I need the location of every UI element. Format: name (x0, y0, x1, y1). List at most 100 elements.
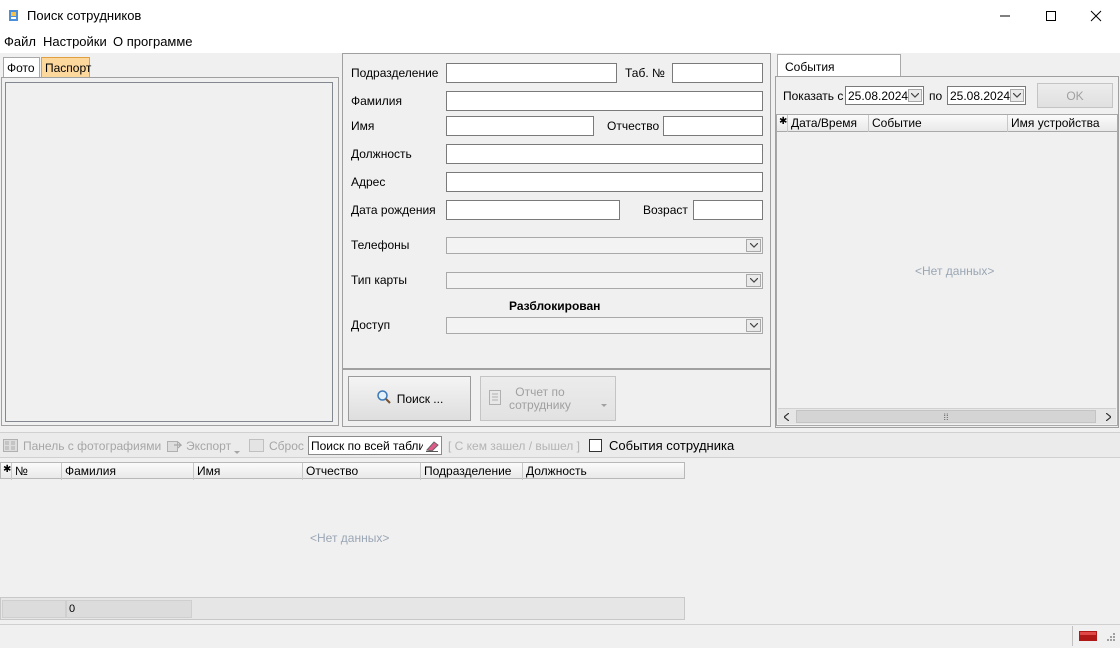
ok-button[interactable]: OK (1037, 83, 1113, 108)
events-hscrollbar[interactable]: ⁞⁞ (778, 408, 1116, 424)
position-input[interactable] (446, 144, 763, 164)
status-bar (0, 624, 1120, 648)
access-label: Доступ (351, 318, 391, 332)
chevron-down-icon (746, 319, 761, 332)
menu-about[interactable]: О программе (113, 34, 193, 49)
date-from-value: 25.08.2024 (848, 89, 909, 103)
document-icon (489, 389, 501, 408)
events-col-event[interactable]: Событие (869, 115, 1008, 132)
name-input[interactable] (446, 116, 594, 136)
tab-employee-events[interactable]: События сотрудника (777, 54, 901, 88)
birthdate-input[interactable] (446, 200, 620, 220)
search-button[interactable]: Поиск ... (348, 376, 471, 421)
results-no-data: <Нет данных> (310, 531, 390, 545)
surname-label: Фамилия (351, 94, 402, 108)
to-label: по (929, 89, 943, 103)
search-icon (376, 389, 392, 408)
age-label: Возраст (643, 203, 688, 217)
status-divider (1072, 626, 1073, 646)
address-label: Адрес (351, 175, 386, 189)
dropdown-arrow-icon (234, 444, 240, 458)
connection-status-icon (1079, 630, 1097, 644)
chevron-down-icon (746, 274, 761, 287)
birthdate-label: Дата рождения (351, 203, 436, 217)
photo-area (5, 82, 333, 422)
status-text: Разблокирован (509, 299, 601, 313)
chevron-down-icon[interactable] (1010, 89, 1024, 102)
tab-no-label: Таб. № (625, 66, 665, 80)
card-type-select[interactable] (446, 272, 763, 289)
export-button[interactable]: Экспорт (186, 439, 231, 453)
events-grid-header: ✱ Дата/Время Событие Имя устройства (777, 115, 1117, 132)
events-col-datetime[interactable]: Дата/Время (788, 115, 869, 132)
menu-settings[interactable]: Настройки (43, 34, 107, 49)
results-col-name[interactable]: Имя (194, 463, 303, 480)
table-search-placeholder: Поиск по всей таблице (311, 439, 439, 453)
reset-icon (249, 439, 264, 452)
results-footer: 0 (0, 597, 685, 620)
photos-panel-button[interactable]: Панель с фотографиями (23, 439, 161, 453)
surname-input[interactable] (446, 91, 763, 111)
scroll-thumb[interactable]: ⁞⁞ (796, 410, 1096, 423)
address-input[interactable] (446, 172, 763, 192)
patronymic-input[interactable] (663, 116, 763, 136)
results-col-surname[interactable]: Фамилия (62, 463, 194, 480)
title-bar (0, 0, 1120, 31)
department-label: Подразделение (351, 66, 439, 80)
window-title: Поиск сотрудников (27, 8, 142, 23)
department-input[interactable] (446, 63, 617, 83)
minimize-icon[interactable] (982, 0, 1028, 31)
results-col-no[interactable]: № (12, 463, 62, 480)
access-select[interactable] (446, 317, 763, 334)
scroll-right-icon[interactable] (1100, 409, 1116, 424)
tab-photo-label: Фото (7, 61, 35, 75)
reset-button[interactable]: Сброс (269, 439, 304, 453)
age-input[interactable] (693, 200, 763, 220)
photos-panel-icon (3, 439, 18, 455)
report-button-line1: Отчет по (515, 384, 565, 399)
results-col-patronymic[interactable]: Отчество (303, 463, 421, 480)
show-from-label: Показать с (783, 89, 844, 103)
maximize-icon[interactable] (1028, 0, 1074, 31)
date-to-value: 25.08.2024 (950, 89, 1011, 103)
name-label: Имя (351, 119, 375, 133)
asterisk-icon: ✱ (1, 463, 12, 480)
export-icon (167, 439, 183, 455)
events-no-data: <Нет данных> (915, 264, 995, 278)
patronymic-label: Отчество (607, 119, 660, 133)
card-type-label: Тип карты (351, 273, 408, 287)
eraser-icon[interactable] (423, 437, 441, 454)
resize-grip-icon[interactable] (1104, 632, 1116, 647)
date-to-picker[interactable]: 25.08.2024 (947, 86, 1026, 105)
scroll-left-icon[interactable] (778, 409, 794, 424)
phones-select[interactable] (446, 237, 763, 254)
asterisk-icon: ✱ (777, 115, 788, 132)
app-icon (8, 9, 19, 22)
employee-events-checkbox[interactable] (589, 439, 602, 452)
tab-no-input[interactable] (672, 63, 763, 83)
position-label: Должность (351, 147, 412, 161)
date-from-picker[interactable]: 25.08.2024 (845, 86, 924, 105)
report-button-line2: сотруднику (509, 397, 571, 412)
ok-button-label: OK (1066, 88, 1084, 103)
table-search-input[interactable]: Поиск по всей таблице (308, 436, 442, 455)
phones-label: Телефоны (351, 238, 410, 252)
employee-events-label: События сотрудника (609, 438, 735, 453)
results-col-department[interactable]: Подразделение (421, 463, 523, 480)
events-col-device[interactable]: Имя устройства (1008, 115, 1119, 132)
report-button[interactable]: Отчет по сотруднику (480, 376, 616, 421)
results-count: 0 (66, 600, 192, 618)
chevron-down-icon (746, 239, 761, 252)
tab-photo[interactable]: Фото (3, 57, 40, 78)
close-icon[interactable] (1073, 0, 1119, 31)
chevron-down-icon[interactable] (908, 89, 922, 102)
tab-passport-label: Паспорт (45, 61, 92, 75)
events-grid: ✱ Дата/Время Событие Имя устройства <Нет… (776, 114, 1118, 426)
results-col-position[interactable]: Должность (523, 463, 684, 480)
tab-passport[interactable]: Паспорт (41, 57, 92, 78)
dropdown-arrow-icon (601, 397, 607, 411)
who-entered-button[interactable]: [ С кем зашел / вышел ] (448, 439, 580, 453)
search-button-label: Поиск ... (396, 391, 444, 406)
results-grid-header: ✱ № Фамилия Имя Отчество Подразделение Д… (0, 462, 685, 480)
menu-file[interactable]: Файл (4, 34, 36, 49)
